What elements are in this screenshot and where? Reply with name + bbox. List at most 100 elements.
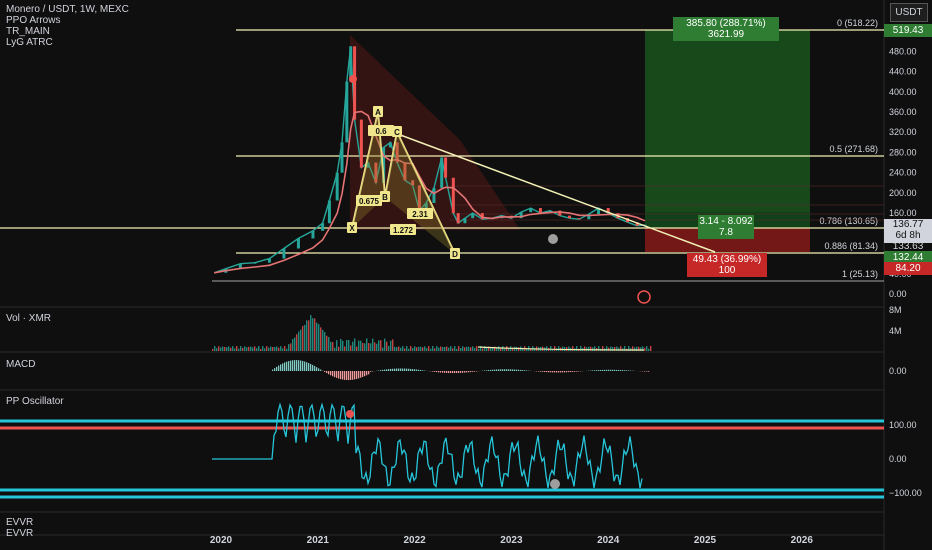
current-price: 136.77	[892, 219, 924, 230]
candle	[567, 215, 571, 219]
pp-tick: 100.00	[889, 420, 917, 430]
volume-bar	[340, 338, 342, 351]
volume-bar	[646, 346, 648, 351]
harmonic-point-D[interactable]: D	[450, 248, 460, 259]
macd-bar	[394, 368, 396, 371]
volume-bar	[278, 347, 280, 351]
harmonic-point-X[interactable]: X	[347, 222, 357, 233]
macd-bar	[598, 370, 600, 371]
macd-bar	[542, 371, 544, 372]
macd-bar	[292, 360, 294, 371]
candle	[471, 213, 475, 219]
indicator-tr-main[interactable]: TR_MAIN	[6, 26, 129, 37]
macd-bar	[378, 370, 380, 371]
macd-bar	[282, 363, 284, 371]
volume-bar	[244, 346, 246, 351]
pp-title[interactable]: PP Oscillator	[6, 396, 64, 407]
rr-value: 7.8	[719, 227, 733, 238]
macd-bar	[358, 371, 360, 379]
volume-bar	[384, 338, 386, 351]
volume-bar	[372, 338, 374, 351]
volume-bar	[362, 343, 364, 351]
indicator-lyg[interactable]: LyG ATRC	[6, 37, 129, 48]
volume-bar	[550, 346, 552, 351]
harmonic-point-A[interactable]: A	[373, 106, 383, 117]
macd-bar	[362, 371, 364, 377]
candle	[345, 81, 349, 143]
volume-bar	[428, 346, 430, 351]
evvr-title[interactable]: EVVR	[6, 517, 33, 528]
macd-bar	[366, 371, 368, 376]
macd-bar	[368, 371, 370, 375]
macd-bar	[302, 360, 304, 371]
chart-canvas[interactable]: 0 (518.22) 0.5 (271.68) 0.786 (130.65) 0.88…	[0, 0, 932, 550]
volume-bar	[644, 347, 646, 351]
macd-bar	[390, 368, 392, 371]
sell-marker	[349, 75, 357, 83]
macd-bar	[330, 371, 332, 376]
macd-bar	[554, 371, 556, 373]
macd-bar	[410, 368, 412, 371]
volume-bar	[212, 349, 214, 351]
macd-bar	[488, 370, 490, 371]
volume-bar	[270, 346, 272, 351]
svg-text:1.272: 1.272	[393, 226, 414, 235]
macd-bar	[290, 360, 292, 371]
macd-bar	[340, 371, 342, 380]
pp-buy-marker	[550, 479, 560, 489]
macd-bar	[614, 369, 616, 371]
price-tick: 360.00	[889, 107, 917, 117]
macd-bar	[446, 371, 448, 373]
candle	[340, 142, 344, 173]
volume-bar	[302, 325, 304, 351]
time-tick-2020: 2020	[210, 535, 233, 546]
macd-bar	[434, 371, 436, 372]
currency-button[interactable]: USDT	[890, 3, 928, 22]
volume-title[interactable]: Vol · XMR	[6, 313, 51, 324]
profit-zone[interactable]	[645, 30, 810, 228]
volume-bar	[330, 341, 332, 351]
macd-bar	[418, 369, 420, 371]
macd-bar	[444, 371, 446, 373]
volume-bar	[446, 346, 448, 351]
volume-bar	[648, 348, 650, 351]
macd-bar	[576, 371, 578, 372]
candle	[538, 208, 542, 214]
macd-bar	[336, 371, 338, 378]
volume-bar	[274, 347, 276, 351]
macd-bar	[320, 369, 322, 371]
macd-bar	[544, 371, 546, 373]
macd-bar	[288, 361, 290, 371]
volume-bar	[344, 346, 346, 351]
macd-bar	[620, 370, 622, 371]
macd-bar	[382, 369, 384, 371]
macd-bar	[456, 371, 458, 374]
evvr-title-2[interactable]: EVVR	[6, 528, 33, 539]
macd-bar	[604, 369, 606, 371]
macd-bar	[506, 369, 508, 371]
volume-bar	[292, 339, 294, 351]
svg-text:C: C	[394, 128, 400, 137]
macd-bar	[346, 371, 348, 381]
volume-bar	[318, 324, 320, 351]
symbol-title[interactable]: Monero / USDT, 1W, MEXC	[6, 4, 129, 15]
macd-bar	[326, 371, 328, 374]
macd-bar	[404, 368, 406, 371]
macd-bar	[464, 371, 466, 373]
volume-bar	[396, 347, 398, 351]
volume-bar	[216, 348, 218, 351]
macd-bar	[332, 371, 334, 377]
volume-bar	[414, 346, 416, 351]
macd-title[interactable]: MACD	[6, 359, 35, 370]
volume-bar	[438, 347, 440, 351]
volume-bar	[240, 346, 242, 351]
time-tick-2025: 2025	[694, 535, 717, 546]
volume-bar	[310, 314, 312, 351]
macd-bar	[310, 363, 312, 371]
volume-bar	[404, 348, 406, 351]
candle	[335, 172, 339, 201]
candle	[327, 200, 331, 224]
indicator-ppo[interactable]: PPO Arrows	[6, 15, 129, 26]
volume-bar	[368, 343, 370, 351]
volume-bar	[326, 335, 328, 351]
